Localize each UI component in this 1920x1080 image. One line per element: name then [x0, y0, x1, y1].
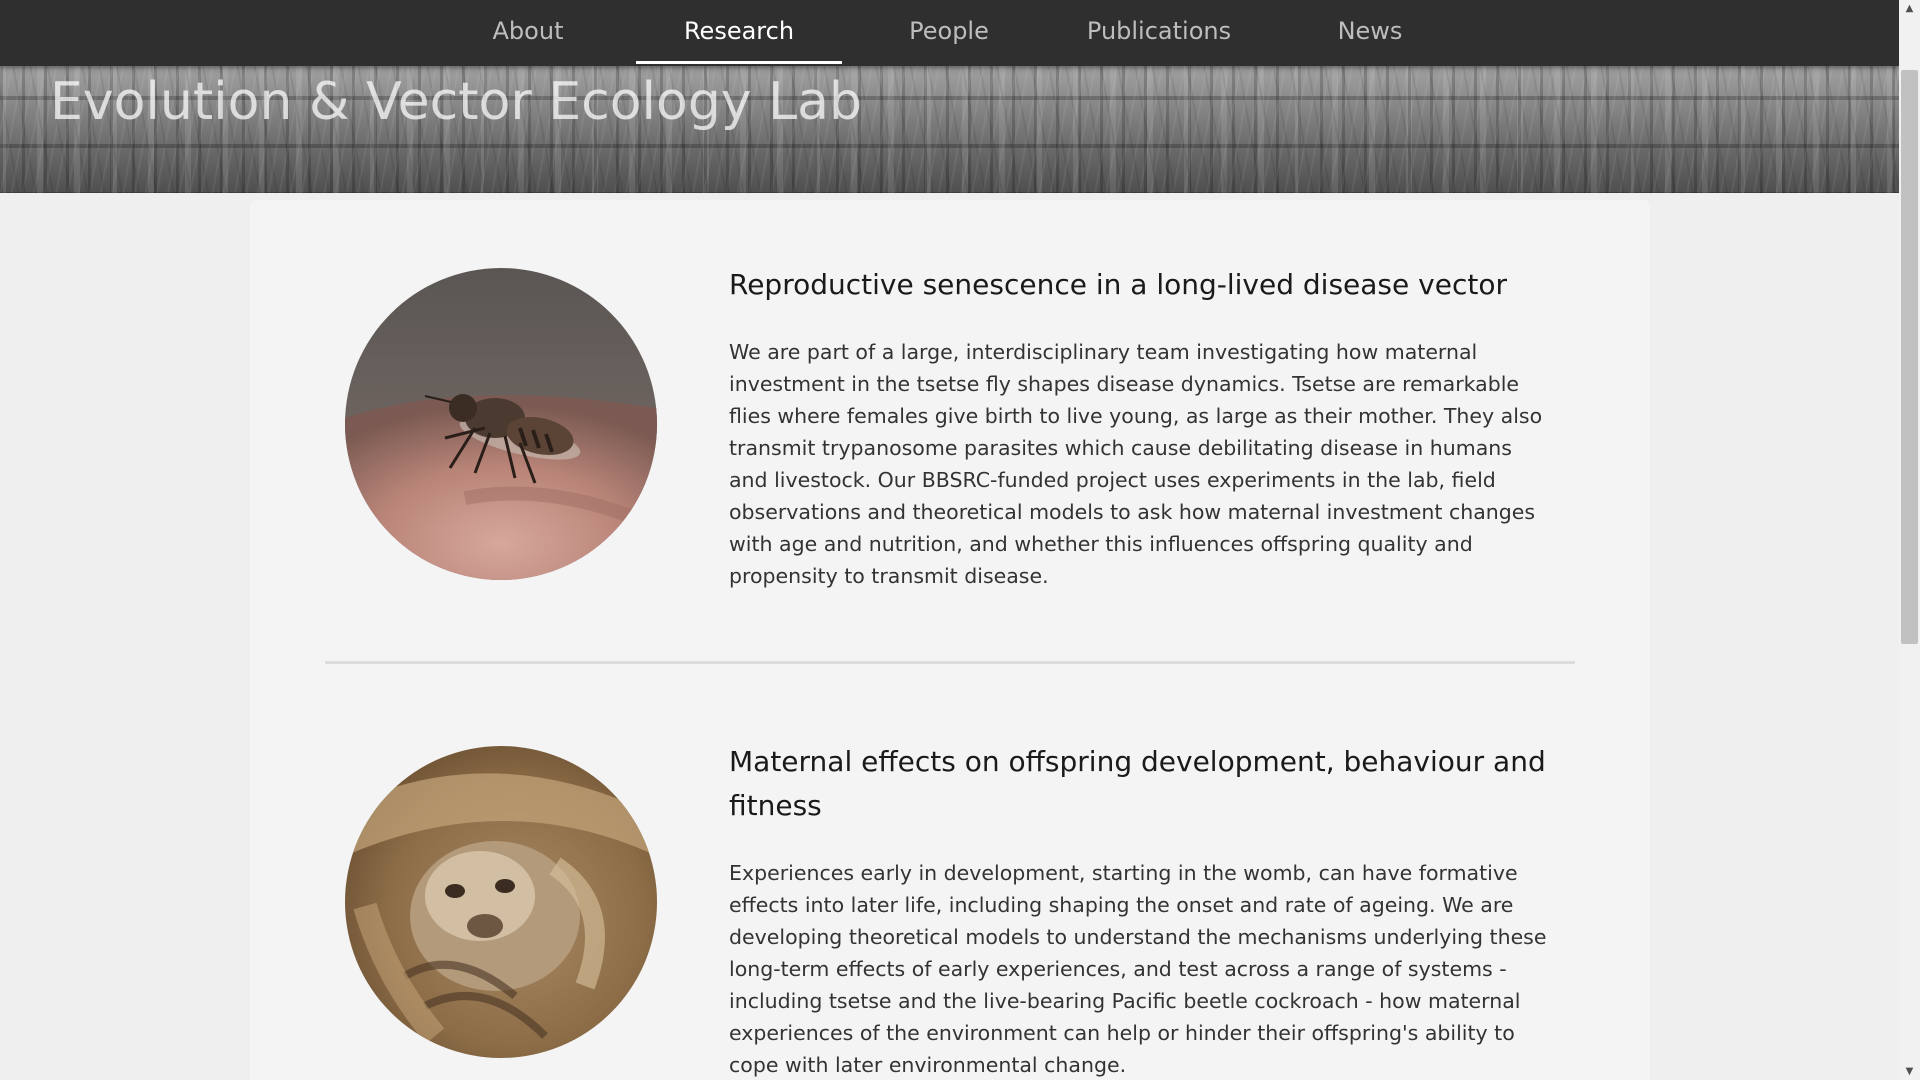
- scroll-thumb[interactable]: [1901, 70, 1918, 644]
- nav-item-news[interactable]: News: [1267, 0, 1473, 62]
- nav-item-publications[interactable]: Publications: [1056, 0, 1262, 62]
- nav-item-people[interactable]: People: [846, 0, 1052, 62]
- section-divider: [325, 661, 1575, 664]
- tsetse-fly-image: [345, 268, 657, 580]
- research-title: Reproductive senescence in a long-lived …: [729, 268, 1507, 301]
- research-content-card: Reproductive senescence in a long-lived …: [250, 200, 1650, 1080]
- research-title: Maternal effects on offspring developmen…: [729, 745, 1546, 822]
- scroll-up-arrow[interactable]: ▲: [1899, 0, 1920, 17]
- scroll-down-arrow[interactable]: ▼: [1899, 1063, 1920, 1080]
- nav-item-about[interactable]: About: [425, 0, 631, 62]
- meerkat-pup-image: [345, 746, 657, 1058]
- site-title: Evolution & Vector Ecology Lab: [50, 72, 862, 132]
- vertical-scrollbar[interactable]: ▲ ▼: [1899, 0, 1920, 1080]
- research-description: Experiences early in development, starti…: [729, 861, 1547, 1077]
- page-viewport: Evolution & Vector Ecology Lab About Res…: [0, 0, 1899, 1080]
- main-nav: About Research People Publications News: [0, 0, 1899, 66]
- research-description: We are part of a large, interdisciplinar…: [729, 340, 1543, 588]
- nav-item-research[interactable]: Research: [636, 0, 842, 64]
